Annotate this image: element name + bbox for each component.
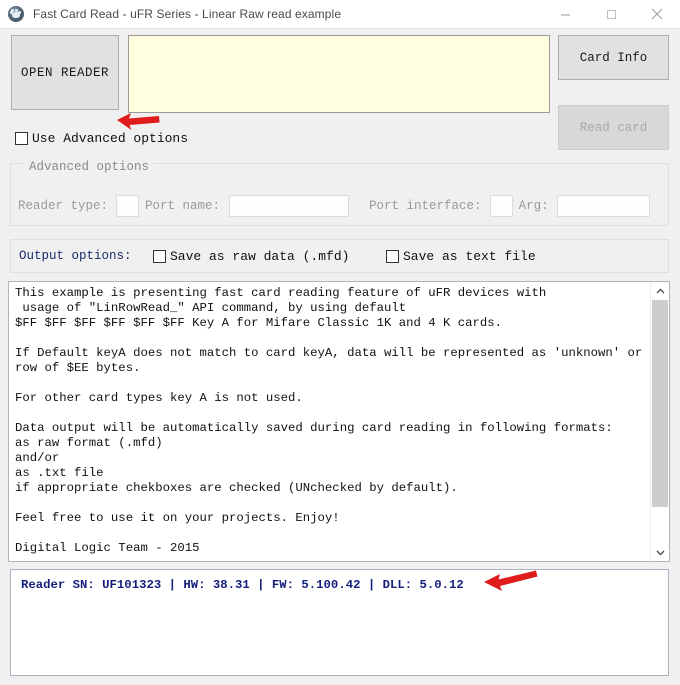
- use-advanced-options-label: Use Advanced options: [32, 131, 189, 146]
- output-options-label: Output options:: [19, 249, 132, 263]
- title-bar: Fast Card Read - uFR Series - Linear Raw…: [0, 0, 680, 29]
- advanced-options-group-title: Advanced options: [24, 160, 155, 174]
- application-window: Fast Card Read - uFR Series - Linear Raw…: [0, 0, 680, 685]
- reader-type-label: Reader type:: [18, 199, 109, 213]
- use-advanced-options-checkbox[interactable]: Use Advanced options: [15, 131, 188, 146]
- arg-input: [556, 195, 650, 217]
- reader-type-input: [116, 195, 140, 217]
- scrollbar-thumb[interactable]: [652, 300, 668, 507]
- port-interface-input: [489, 195, 513, 217]
- checkbox-box: [15, 132, 28, 145]
- save-as-text-file-checkbox[interactable]: Save as text file: [386, 249, 536, 264]
- red-arrow-icon-status: [482, 568, 540, 597]
- checkbox-box: [386, 250, 399, 263]
- chevron-up-icon[interactable]: [651, 282, 669, 299]
- log-output-text[interactable]: This example is presenting fast card rea…: [9, 282, 650, 561]
- save-as-raw-data-label: Save as raw data (.mfd): [170, 249, 350, 264]
- app-paw-icon: [8, 6, 24, 22]
- status-panel: Reader SN: UF101323 | HW: 38.31 | FW: 5.…: [10, 569, 669, 676]
- open-reader-button[interactable]: OPEN READER: [11, 35, 119, 110]
- save-as-raw-data-checkbox[interactable]: Save as raw data (.mfd): [153, 249, 349, 264]
- red-arrow-icon-advanced: [114, 110, 162, 137]
- save-as-text-file-label: Save as text file: [403, 249, 536, 264]
- card-info-display[interactable]: [128, 35, 550, 113]
- reader-status-text: Reader SN: UF101323 | HW: 38.31 | FW: 5.…: [21, 578, 464, 592]
- window-title: Fast Card Read - uFR Series - Linear Raw…: [33, 7, 342, 21]
- chevron-down-icon[interactable]: [651, 544, 669, 561]
- card-info-button[interactable]: Card Info: [558, 35, 669, 80]
- port-name-label: Port name:: [145, 199, 221, 213]
- advanced-options-row: Reader type: Port name: Port interface: …: [18, 195, 663, 217]
- checkbox-box: [153, 250, 166, 263]
- minimize-icon[interactable]: [542, 0, 588, 28]
- log-output-panel: This example is presenting fast card rea…: [8, 281, 670, 562]
- port-name-input: [229, 195, 350, 217]
- maximize-icon[interactable]: [588, 0, 634, 28]
- log-scrollbar[interactable]: [650, 282, 669, 561]
- port-interface-label: Port interface:: [369, 199, 482, 213]
- close-icon[interactable]: [634, 0, 680, 28]
- read-card-button: Read card: [558, 105, 669, 150]
- window-controls: [542, 0, 680, 28]
- arg-label: Arg:: [518, 199, 549, 213]
